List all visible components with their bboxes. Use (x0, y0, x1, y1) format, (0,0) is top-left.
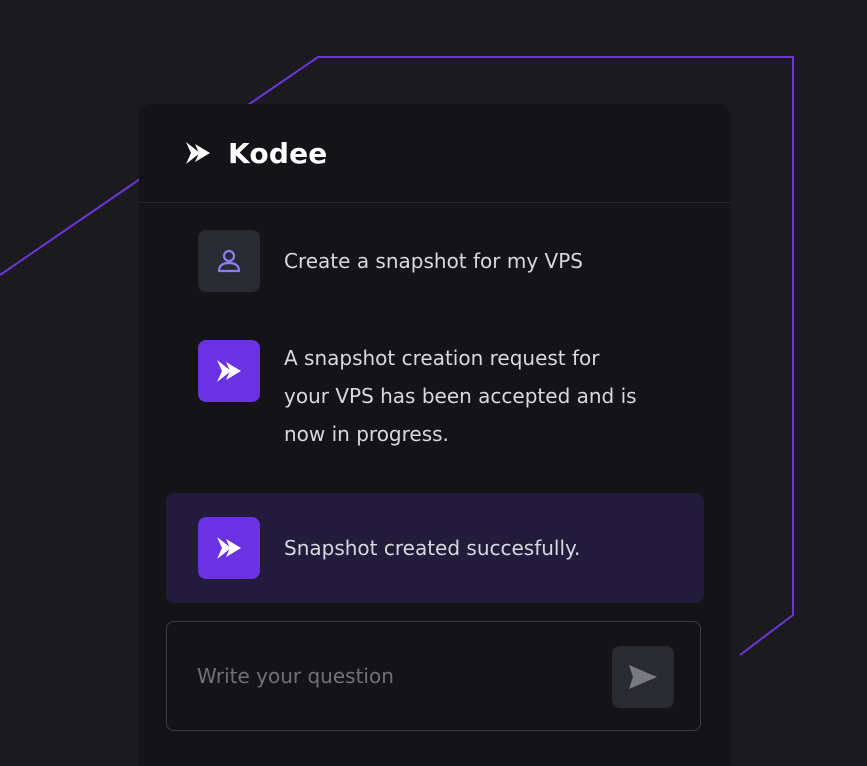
kodee-logo-icon (186, 142, 210, 164)
send-icon (629, 665, 657, 689)
send-button[interactable] (612, 646, 674, 708)
user-avatar (198, 230, 260, 292)
kodee-logo-icon (217, 360, 241, 382)
assistant-avatar (198, 340, 260, 402)
stage: Kodee Create a snapshot for my VPS A sna… (0, 0, 867, 766)
question-input[interactable] (197, 659, 597, 693)
message-text: A snapshot creation request for your VPS… (284, 339, 684, 453)
brand-name: Kodee (228, 136, 328, 170)
assistant-avatar (198, 517, 260, 579)
kodee-logo-icon (217, 537, 241, 559)
message-text: Create a snapshot for my VPS (284, 249, 583, 273)
chat-panel: Kodee Create a snapshot for my VPS A sna… (139, 104, 730, 766)
question-input-box (166, 621, 701, 731)
message-line: your VPS has been accepted and is (284, 384, 637, 408)
user-message: Create a snapshot for my VPS (139, 230, 730, 292)
chat-header: Kodee (139, 104, 730, 203)
message-line: A snapshot creation request for (284, 346, 600, 370)
assistant-message: A snapshot creation request for your VPS… (139, 340, 730, 460)
assistant-message-highlighted: Snapshot created succesfully. (139, 517, 730, 579)
user-icon (217, 249, 241, 273)
message-line: now in progress. (284, 422, 449, 446)
message-text: Snapshot created succesfully. (284, 536, 581, 560)
